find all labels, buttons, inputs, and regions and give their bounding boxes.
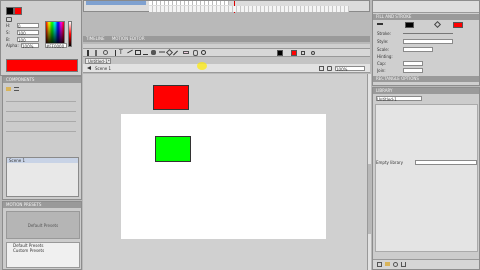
prop-stroke-label: Stroke: — [377, 31, 392, 36]
pen-tool-icon[interactable] — [111, 50, 116, 56]
scene-label: Scene 1 — [95, 66, 112, 71]
text-tool-icon[interactable]: T — [119, 50, 123, 56]
color-preview-bar — [6, 59, 78, 72]
timeline-layer-row[interactable] — [86, 1, 146, 5]
delete-icon[interactable] — [401, 262, 406, 267]
zoom-select[interactable]: 100% — [335, 66, 365, 72]
motion-presets-panel: MOTION PRESETS Default Presets Default P… — [2, 201, 82, 270]
red-rectangle[interactable] — [153, 85, 189, 110]
components-header: COMPONENTS — [3, 77, 81, 83]
hue-field[interactable]: 0 — [17, 23, 39, 29]
brightness-slider[interactable] — [68, 21, 72, 47]
fill-color-swatch[interactable] — [14, 7, 22, 15]
alpha-label: Alpha: — [6, 43, 19, 48]
library-doc-select[interactable]: Untitled-1 — [376, 96, 422, 102]
fill-swatch-tool[interactable] — [291, 50, 297, 56]
tab-motion-editor[interactable]: MOTION EDITOR — [112, 36, 145, 41]
bone-tool-icon[interactable] — [159, 51, 165, 53]
join-select[interactable] — [403, 68, 423, 73]
stroke-color-swatch[interactable] — [6, 7, 14, 15]
paint-bucket-small-icon — [433, 20, 442, 29]
panel-icon-row — [6, 86, 76, 94]
stroke-swatch[interactable] — [405, 22, 414, 28]
prop-line-2 — [6, 111, 76, 112]
eyedropper-icon[interactable] — [173, 50, 178, 56]
components-panel: COMPONENTS Scene 1 — [2, 76, 82, 200]
fill-stroke-header[interactable]: FILL AND STROKE — [373, 14, 479, 20]
prop-line-1 — [6, 101, 76, 102]
cursor-highlight — [197, 62, 207, 70]
properties-top-strip — [373, 1, 479, 13]
tab-timeline[interactable]: TIMELINE — [86, 36, 105, 41]
library-panel: LIBRARY Untitled-1 Empty library — [372, 87, 480, 270]
document-tab-bar: Untitled-1* — [83, 57, 370, 64]
pencil-stroke-icon — [377, 23, 383, 25]
edit-symbols-icon[interactable] — [327, 66, 332, 71]
saturation-field[interactable]: 100 — [17, 30, 39, 36]
stage-scrollbar[interactable] — [367, 74, 371, 270]
preset-item[interactable]: Custom Presets — [7, 248, 79, 253]
tree-box[interactable]: Scene 1 — [6, 157, 79, 197]
library-footer-label: Empty library — [376, 160, 404, 165]
new-symbol-icon[interactable] — [377, 262, 382, 267]
library-search[interactable] — [415, 160, 477, 165]
prop-line-3 — [6, 121, 76, 122]
prop-scale-label: Scale: — [377, 47, 390, 52]
prop-hinting-label: Hinting: — [377, 54, 393, 59]
stage-canvas[interactable] — [121, 114, 326, 239]
prop-cap-label: Cap: — [377, 61, 387, 66]
zoom-tool-icon[interactable] — [201, 50, 206, 55]
hand-tool-icon[interactable] — [193, 50, 198, 56]
preset-list: Default Presets Custom Presets — [6, 242, 80, 268]
stage-scrollbar-thumb[interactable] — [368, 164, 371, 234]
fill-swatch[interactable] — [453, 22, 463, 28]
hex-field[interactable]: #FF0000 — [45, 43, 67, 49]
alpha-field[interactable]: 100% — [21, 43, 39, 49]
library-header: LIBRARY — [373, 88, 479, 94]
style-select[interactable] — [403, 39, 453, 44]
eraser-tool-icon[interactable] — [183, 51, 189, 54]
prop-line-4 — [6, 131, 76, 132]
properties-panel: FILL AND STROKE Stroke: Style: Scale: Hi… — [372, 0, 480, 86]
properties-icon[interactable] — [393, 262, 398, 267]
timeline-frames[interactable] — [149, 1, 229, 5]
rectangle-tool-icon[interactable] — [135, 50, 141, 55]
library-list[interactable] — [375, 104, 478, 252]
pencil-tool-icon[interactable] — [143, 50, 148, 55]
line-tool-icon[interactable] — [127, 49, 133, 54]
library-bottom-bar — [373, 259, 479, 269]
selection-tool-icon[interactable] — [87, 50, 92, 56]
color-panel: H: S: B: 0 100 100 Alpha: 100% #FF0000 — [0, 0, 82, 76]
stroke-swatch-tool[interactable] — [277, 50, 283, 56]
edit-bar: Scene 1 100% — [83, 64, 370, 73]
swap-colors-icon[interactable] — [6, 17, 12, 22]
snap-icon[interactable] — [311, 51, 315, 55]
preset-preview: Default Presets — [6, 211, 80, 239]
back-arrow-icon[interactable] — [87, 66, 91, 70]
motion-presets-header: MOTION PRESETS — [3, 202, 81, 208]
paint-bucket-icon[interactable] — [165, 48, 174, 57]
timeline-panel — [83, 0, 370, 13]
timeline-tabs: TIMELINE MOTION EDITOR — [83, 36, 370, 42]
rectangle-options-header[interactable]: RECTANGLE OPTIONS — [373, 76, 479, 82]
preset-preview-text: Default Presets — [27, 223, 59, 228]
brightness-field[interactable]: 100 — [17, 37, 39, 43]
timeline-frames-lower — [149, 6, 349, 12]
prop-style-label: Style: — [377, 39, 389, 44]
lasso-tool-icon[interactable] — [103, 50, 108, 55]
green-rectangle[interactable] — [155, 136, 191, 162]
tools-bar: T — [83, 48, 370, 57]
brush-tool-icon[interactable] — [151, 50, 156, 55]
stroke-slider[interactable] — [403, 33, 453, 34]
list-icon[interactable] — [14, 87, 19, 91]
subselect-tool-icon[interactable] — [95, 50, 100, 56]
cap-select[interactable] — [403, 61, 423, 66]
scale-select[interactable] — [403, 47, 433, 52]
folder-icon[interactable] — [6, 87, 11, 91]
prop-join-label: Join: — [377, 68, 386, 73]
swap-icon[interactable] — [301, 51, 305, 55]
tree-item[interactable]: Scene 1 — [7, 158, 78, 163]
edit-scene-icon[interactable] — [319, 66, 324, 71]
new-folder-icon[interactable] — [385, 262, 390, 266]
